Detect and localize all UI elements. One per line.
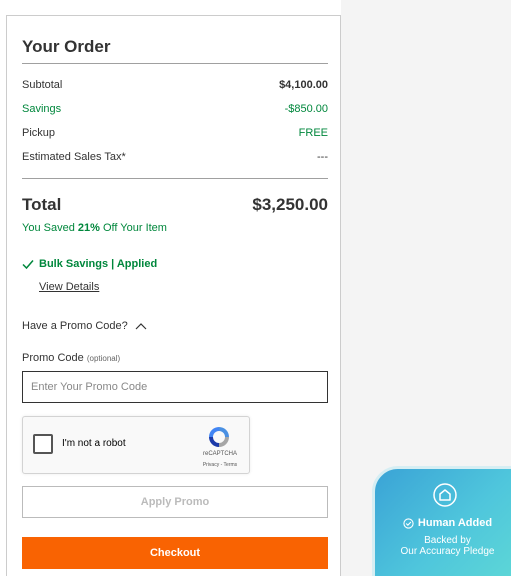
promo-label-text: Promo Code (22, 352, 84, 364)
pickup-value: FREE (298, 127, 328, 139)
bulk-savings-label: Bulk Savings | Applied (39, 258, 158, 270)
accuracy-pledge-text: Backed by Our Accuracy Pledge (375, 535, 511, 557)
apply-promo-button[interactable]: Apply Promo (22, 486, 328, 518)
promo-code-label: Promo Code (optional) (22, 352, 120, 364)
subtotal-row: Subtotal $4,100.00 (22, 79, 328, 91)
recaptcha-logo-icon (209, 427, 229, 447)
tax-label: Estimated Sales Tax* (22, 151, 126, 163)
tax-value: --- (317, 151, 328, 163)
saved-suffix: Off Your Item (99, 222, 167, 234)
divider (22, 178, 328, 179)
recaptcha-links[interactable]: Privacy - Terms (195, 462, 245, 468)
promo-code-input[interactable] (22, 371, 328, 403)
backed-line-2: Our Accuracy Pledge (400, 546, 495, 557)
chevron-up-icon (135, 323, 147, 330)
recaptcha-checkbox[interactable] (33, 434, 53, 454)
subtotal-label: Subtotal (22, 79, 63, 91)
promo-question: Have a Promo Code? (22, 320, 128, 332)
order-summary-card: Your Order Subtotal $4,100.00 Savings -$… (6, 15, 341, 576)
tax-row: Estimated Sales Tax* --- (22, 151, 328, 163)
saved-prefix: You Saved (22, 222, 78, 234)
saved-message: You Saved 21% Off Your Item (22, 222, 167, 234)
pickup-row: Pickup FREE (22, 127, 328, 139)
promo-optional: (optional) (86, 354, 121, 363)
recaptcha-widget: I'm not a robot reCAPTCHA Privacy - Term… (22, 416, 250, 474)
recaptcha-label: I'm not a robot (62, 438, 126, 449)
total-value: $3,250.00 (252, 195, 328, 214)
saved-percent: 21% (77, 222, 100, 234)
order-title: Your Order (22, 37, 111, 56)
bulk-savings: Bulk Savings | Applied (22, 258, 157, 270)
savings-row: Savings -$850.00 (22, 103, 328, 115)
total-label: Total (22, 195, 62, 214)
view-details-link[interactable]: View Details (39, 281, 99, 293)
divider (22, 63, 328, 64)
human-added-badge[interactable]: Human Added Backed by Our Accuracy Pledg… (372, 466, 511, 576)
home-icon (433, 483, 457, 507)
pickup-label: Pickup (22, 127, 56, 139)
human-added-label: Human Added (375, 517, 511, 529)
human-added-text: Human Added (417, 517, 493, 529)
checkout-button[interactable]: Checkout (22, 537, 328, 569)
savings-value: -$850.00 (284, 103, 328, 115)
subtotal-value: $4,100.00 (279, 79, 328, 91)
total-row: Total $3,250.00 (22, 195, 328, 215)
backed-line-1: Backed by (424, 535, 471, 546)
check-circle-icon (403, 517, 414, 529)
checkmark-icon (22, 260, 34, 270)
savings-label: Savings (22, 103, 62, 115)
promo-toggle[interactable]: Have a Promo Code? (22, 320, 147, 332)
recaptcha-brand: reCAPTCHA (202, 451, 237, 457)
